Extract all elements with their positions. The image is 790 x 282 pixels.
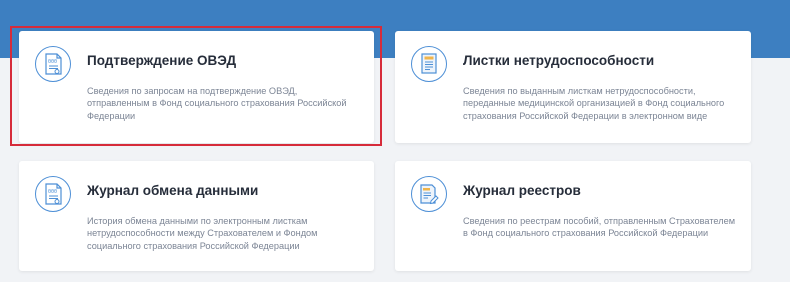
card-oved-confirmation[interactable]: 000 Подтверждение ОВЭД Сведения по запро…: [19, 31, 374, 143]
card-title: Журнал обмена данными: [87, 183, 259, 198]
document-seal-icon: 000: [35, 176, 71, 212]
card-description: Сведения по запросам на подтверждение ОВ…: [87, 86, 347, 121]
sick-leave-document-icon: [411, 46, 447, 82]
card-data-exchange-journal[interactable]: 000 Журнал обмена данными История обмена…: [19, 161, 374, 271]
svg-text:000: 000: [48, 189, 57, 195]
card-description: Сведения по реестрам пособий, отправленн…: [463, 216, 736, 239]
card-sick-leave[interactable]: Листки нетрудоспособности Сведения по вы…: [395, 31, 751, 143]
card-title: Подтверждение ОВЭД: [87, 53, 237, 68]
document-seal-icon: 000: [35, 46, 71, 82]
card-description: История обмена данными по электронным ли…: [87, 216, 318, 251]
registry-edit-icon: [411, 176, 447, 212]
card-title: Журнал реестров: [463, 183, 581, 198]
card-registry-journal[interactable]: Журнал реестров Сведения по реестрам пос…: [395, 161, 751, 271]
svg-text:000: 000: [48, 59, 57, 65]
card-title: Листки нетрудоспособности: [463, 53, 655, 68]
card-description: Сведения по выданным листкам нетрудоспос…: [463, 86, 725, 121]
